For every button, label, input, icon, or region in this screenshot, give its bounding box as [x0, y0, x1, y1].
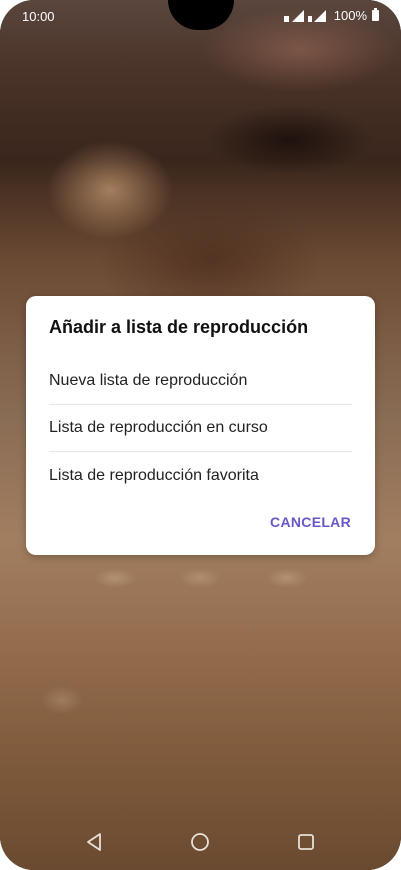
battery-icon: [372, 8, 379, 21]
status-time: 10:00: [22, 9, 55, 24]
option-favorite-playlist[interactable]: Lista de reproducción favorita: [49, 453, 352, 499]
status-icons: 100%: [283, 8, 379, 23]
status-bar: 10:00 100%: [0, 0, 401, 32]
camera-notch: [168, 0, 234, 30]
navigation-bar: [0, 814, 401, 870]
home-icon[interactable]: [188, 830, 212, 854]
phone-screen: 10:00 100% Añadir a lista de reproducció…: [0, 0, 401, 870]
back-icon[interactable]: [82, 830, 106, 854]
signal-sim2-icon: [307, 9, 326, 22]
option-current-playlist[interactable]: Lista de reproducción en curso: [49, 405, 352, 451]
dialog-title: Añadir a lista de reproducción: [49, 317, 309, 337]
cancel-button[interactable]: CANCELAR: [270, 514, 351, 530]
battery-percent: 100%: [333, 8, 367, 23]
option-new-playlist[interactable]: Nueva lista de reproducción: [49, 358, 352, 404]
recents-icon[interactable]: [294, 830, 318, 854]
signal-sim1-icon: [283, 9, 304, 22]
add-to-playlist-dialog: Añadir a lista de reproducción Nueva lis…: [26, 296, 375, 555]
divider: [49, 451, 352, 452]
